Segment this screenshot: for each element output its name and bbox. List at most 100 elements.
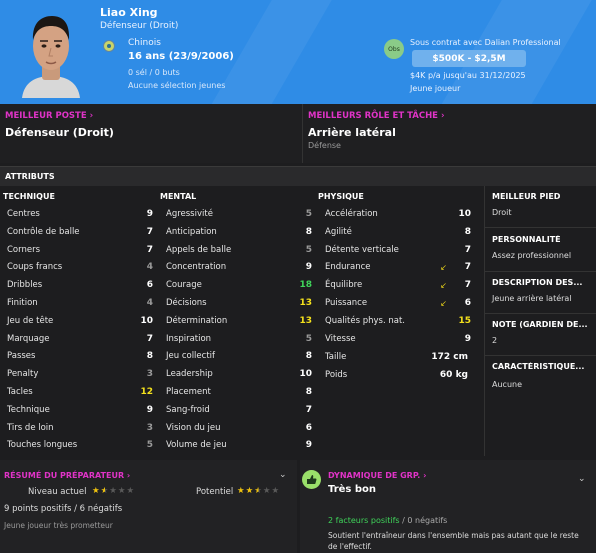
attribute-value: 3 xyxy=(146,422,153,433)
attribute-row[interactable]: Appels de balle 5 xyxy=(166,241,312,259)
attribute-row[interactable]: Finition 4 xyxy=(7,294,153,312)
attribute-row[interactable]: Détermination 13 xyxy=(166,312,312,330)
traits-block[interactable]: CARACTÉRISTIQUE... Aucune xyxy=(485,356,596,456)
description-block[interactable]: DESCRIPTION DES... Jeune arrière latéral xyxy=(485,272,596,314)
attribute-row[interactable]: Courage 18 xyxy=(166,276,312,294)
attribute-row[interactable]: Vision du jeu 6 xyxy=(166,419,312,437)
attribute-row[interactable]: Coups francs 4 xyxy=(7,258,153,276)
attribute-name: Tirs de loin xyxy=(7,422,54,433)
physique-title: PHYSIQUE xyxy=(318,192,364,201)
player-position: Défenseur (Droit) xyxy=(100,21,179,31)
attribute-row[interactable]: Puissance ↙ 6 xyxy=(325,294,471,312)
personality-block[interactable]: PERSONNALITÉ Assez professionnel xyxy=(485,228,596,272)
group-dynamics-expand-icon[interactable]: ⌄ xyxy=(578,474,586,484)
player-wage: $4K p/a jusqu'au 31/12/2025 xyxy=(410,71,526,80)
player-portrait xyxy=(22,16,80,98)
attribute-row[interactable]: Dribbles 6 xyxy=(7,276,153,294)
best-position-title[interactable]: MEILLEUR POSTE › xyxy=(5,111,93,121)
attribute-row[interactable]: Jeu de tête 10 xyxy=(7,312,153,330)
attribute-row[interactable]: Agressivité 5 xyxy=(166,205,312,223)
attribute-row[interactable]: Touches longues 5 xyxy=(7,436,153,454)
attribute-row[interactable]: Corners 7 xyxy=(7,241,153,259)
attribute-name: Volume de jeu xyxy=(166,440,227,451)
attribute-row[interactable]: Vitesse 9 xyxy=(325,330,471,348)
description-title: DESCRIPTION DES... xyxy=(492,278,583,287)
attribute-value: 10 xyxy=(299,369,312,380)
attribute-row[interactable]: Tirs de loin 3 xyxy=(7,419,153,437)
scout-badge-icon[interactable]: Obs xyxy=(384,39,404,59)
attribute-value: 9 xyxy=(464,333,471,344)
coach-report-title[interactable]: RÉSUMÉ DU PRÉPARATEUR › xyxy=(4,471,130,480)
positive-factors: 2 facteurs positifs xyxy=(328,516,400,525)
attribute-row[interactable]: Penalty 3 xyxy=(7,365,153,383)
attribute-row[interactable]: Jeu collectif 8 xyxy=(166,347,312,365)
group-dynamics-status: Très bon xyxy=(328,484,377,495)
attribute-row[interactable]: Équilibre ↙ 7 xyxy=(325,276,471,294)
player-age: 16 ans (23/9/2006) xyxy=(128,51,234,62)
height-row: Taille 172 cm xyxy=(325,348,468,366)
group-dynamics-title[interactable]: DYNAMIQUE DE GRP. › xyxy=(328,471,426,480)
attribute-row[interactable]: Sang-froid 7 xyxy=(166,401,312,419)
goalkeeper-rating-block[interactable]: NOTE (GARDIEN DE... 2 xyxy=(485,314,596,356)
traits-title: CARACTÉRISTIQUE... xyxy=(492,362,585,371)
attribute-name: Jeu de tête xyxy=(7,315,54,326)
attribute-value: 13 xyxy=(299,315,312,326)
attribute-name: Jeu collectif xyxy=(166,351,216,362)
attribute-name: Marquage xyxy=(7,333,50,344)
attribute-name: Qualités phys. nat. xyxy=(325,315,405,326)
attribute-row[interactable]: Contrôle de balle 7 xyxy=(7,223,153,241)
star-icon: ★ xyxy=(237,486,246,496)
attribute-row[interactable]: Passes 8 xyxy=(7,347,153,365)
attribute-row[interactable]: Qualités phys. nat. 15 xyxy=(325,312,471,330)
attribute-name: Courage xyxy=(166,280,202,291)
attribute-value: 4 xyxy=(146,262,153,273)
preferred-foot-value: Droit xyxy=(492,208,512,217)
attribute-row[interactable]: Technique 9 xyxy=(7,401,153,419)
player-name: Liao Xing xyxy=(100,6,158,19)
attribute-row[interactable]: Leadership 10 xyxy=(166,365,312,383)
attribute-row[interactable]: Endurance ↙ 7 xyxy=(325,258,471,276)
attribute-row[interactable]: Tacles 12 xyxy=(7,383,153,401)
attribute-row[interactable]: Accélération 10 xyxy=(325,205,471,223)
nation-flag-icon[interactable] xyxy=(103,40,115,52)
attribute-value: 6 xyxy=(464,298,471,308)
best-role-value: Arrière latéral xyxy=(308,126,396,139)
player-youth-caps: Aucune sélection jeunes xyxy=(128,81,226,90)
attribute-row[interactable]: Détente verticale 7 xyxy=(325,241,471,259)
attribute-value: 9 xyxy=(305,440,312,451)
attribute-name: Touches longues xyxy=(7,440,78,451)
attribute-name: Détente verticale xyxy=(325,244,399,255)
best-role-duty: Défense xyxy=(308,141,341,150)
attribute-name: Penalty xyxy=(7,369,39,380)
trend-arrow-icon: ↙ xyxy=(440,298,447,308)
attribute-row[interactable]: Concentration 9 xyxy=(166,258,312,276)
coach-report-expand-icon[interactable]: ⌄ xyxy=(279,470,287,480)
attribute-row[interactable]: Décisions 13 xyxy=(166,294,312,312)
attribute-value: 8 xyxy=(305,351,312,362)
attribute-name: Tacles xyxy=(7,387,33,397)
attribute-row[interactable]: Placement 8 xyxy=(166,383,312,401)
attribute-row[interactable]: Centres 9 xyxy=(7,205,153,223)
best-role-panel: MEILLEURS RÔLE ET TÂCHE › Arrière latéra… xyxy=(302,104,596,163)
group-dynamics-factors: 2 facteurs positifs / 0 négatifs xyxy=(328,516,447,525)
attribute-row[interactable]: Inspiration 5 xyxy=(166,330,312,348)
attribute-value: 5 xyxy=(146,440,153,451)
weight-row: Poids 60 kg xyxy=(325,366,468,384)
attribute-value: 8 xyxy=(146,351,153,362)
attribute-row[interactable]: Anticipation 8 xyxy=(166,223,312,241)
player-contract[interactable]: Sous contrat avec Dalian Professional xyxy=(410,38,561,47)
coach-report-panel: RÉSUMÉ DU PRÉPARATEUR › ⌄ Niveau actuel … xyxy=(0,460,297,553)
attribute-row[interactable]: Agilité 8 xyxy=(325,223,471,241)
mental-title: MENTAL xyxy=(160,192,197,201)
attribute-value: 18 xyxy=(299,280,312,291)
attribute-row[interactable]: Volume de jeu 9 xyxy=(166,436,312,454)
star-icon: ★ xyxy=(126,486,136,496)
attribute-row[interactable]: Marquage 7 xyxy=(7,330,153,348)
attribute-value: 8 xyxy=(464,226,471,237)
best-role-title[interactable]: MEILLEURS RÔLE ET TÂCHE › xyxy=(308,111,444,121)
description-value: Jeune arrière latéral xyxy=(492,294,572,303)
attribute-value: 5 xyxy=(305,244,312,255)
attribute-name: Leadership xyxy=(166,369,213,380)
attribute-name: Puissance xyxy=(325,298,368,308)
player-nation[interactable]: Chinois xyxy=(128,38,161,48)
